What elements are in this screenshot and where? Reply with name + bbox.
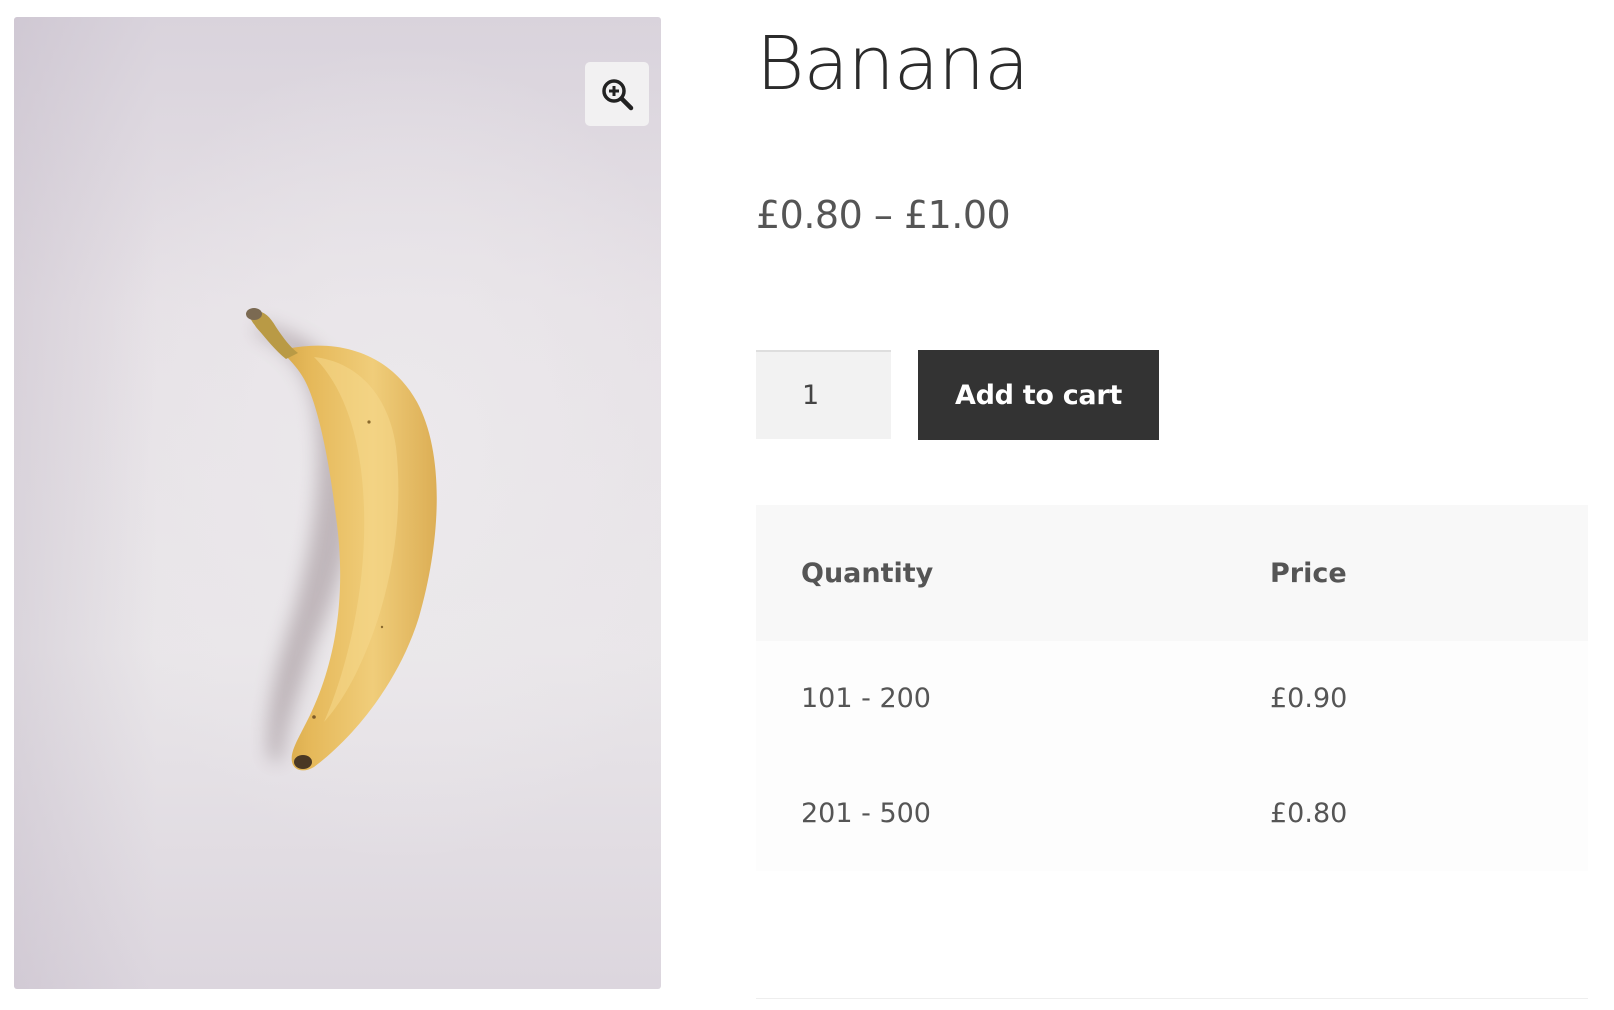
column-header-quantity: Quantity [756,505,1225,641]
column-header-price: Price [1225,505,1588,641]
product-image[interactable] [14,17,661,989]
zoom-in-icon [602,79,634,111]
tier-quantity: 201 - 500 [756,755,1225,871]
table-header-row: Quantity Price [756,505,1588,641]
product-page: Banana £0.80 – £1.00 Add to cart Quantit… [0,0,1614,1010]
tier-price: £0.80 [1225,755,1588,871]
table-row: 101 - 200 £0.90 [756,641,1588,755]
quantity-input[interactable] [756,350,891,439]
product-price: £0.80 – £1.00 [756,193,1011,237]
zoom-button[interactable] [585,62,649,126]
divider [756,998,1588,999]
add-to-cart-button[interactable]: Add to cart [918,350,1159,440]
tiered-pricing-table: Quantity Price 101 - 200 £0.90 201 - 500… [756,505,1588,871]
tier-quantity: 101 - 200 [756,641,1225,755]
banana-image [246,308,437,771]
tier-price: £0.90 [1225,641,1588,755]
add-to-cart-form: Add to cart [756,350,1588,440]
table-row: 201 - 500 £0.80 [756,755,1588,871]
product-title: Banana [756,21,1029,107]
